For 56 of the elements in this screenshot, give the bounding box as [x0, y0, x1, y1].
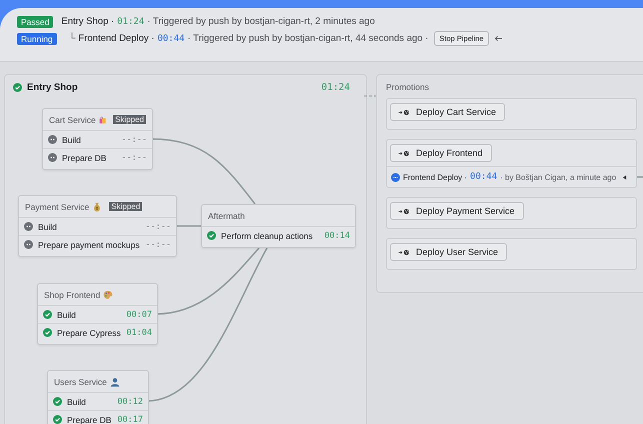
run-duration: 00:44: [470, 172, 498, 182]
job-name[interactable]: Build: [67, 396, 86, 406]
run-author: · by Boštjan Cigan, a minute ago: [500, 172, 616, 182]
job-duration: 01:04: [126, 328, 152, 338]
job-name[interactable]: Prepare DB: [67, 414, 112, 424]
money-bag-icon: [92, 202, 102, 212]
pipeline-title: Entry Shop: [27, 82, 78, 93]
job-name[interactable]: Build: [38, 222, 57, 232]
skipped-badge: Skipped: [113, 115, 146, 124]
job-name[interactable]: Prepare Cypress: [57, 328, 121, 338]
job-duration: --:--: [121, 152, 147, 162]
arrow-globe-icon: [398, 150, 411, 156]
shopping-bag-icon: [98, 114, 106, 124]
job-name[interactable]: Prepare DB: [62, 152, 106, 162]
branch-line: └: [68, 33, 76, 44]
arrow-globe-icon: [398, 208, 411, 214]
duration: 01:24: [117, 16, 144, 26]
pipeline-name: Entry Shop ·: [61, 16, 114, 27]
job-duration: 00:12: [117, 396, 143, 406]
job-duration: 00:14: [324, 230, 350, 240]
promote-button[interactable]: Deploy Frontend: [390, 144, 492, 162]
status-badge: Running: [17, 32, 57, 44]
job-name[interactable]: Prepare payment mockups: [38, 240, 140, 250]
block-name: Cart Service: [49, 114, 96, 124]
promote-button[interactable]: Deploy User Service: [390, 243, 508, 261]
promote-button[interactable]: Deploy Cart Service: [390, 103, 506, 121]
promotions-title: Promotions: [385, 81, 430, 94]
skipped-badge: Skipped: [109, 202, 142, 211]
person-icon: [110, 376, 120, 386]
trigger-info: · Triggered by push by bostjan-cigan-rt, 44 seconds ago ·: [188, 33, 428, 44]
pipeline-name: Frontend Deploy ·: [78, 33, 154, 44]
palette-icon: [103, 290, 114, 300]
status-badge: Passed: [17, 16, 54, 28]
job-duration: 00:17: [117, 414, 143, 424]
job-duration: --:--: [145, 222, 171, 232]
promote-button[interactable]: Deploy Payment Service: [390, 202, 524, 220]
arrow-globe-icon: [398, 248, 411, 256]
triangle-left-icon: [622, 174, 628, 180]
job-name[interactable]: Build: [57, 310, 76, 320]
job-name[interactable]: Perform cleanup actions: [221, 230, 313, 240]
arrow-left-icon: [494, 35, 503, 42]
job-name[interactable]: Build: [62, 134, 81, 144]
run-name[interactable]: Frontend Deploy ·: [403, 172, 468, 182]
job-duration: --:--: [145, 240, 171, 250]
connector-line: [364, 95, 377, 97]
connector-line: [175, 225, 201, 227]
block-name: Users Service: [54, 376, 107, 386]
arrow-globe-icon: [398, 108, 411, 116]
job-duration: 00:07: [126, 310, 152, 320]
block-name: Shop Frontend: [44, 290, 100, 300]
block-name: Payment Service: [25, 202, 90, 212]
job-duration: --:--: [121, 134, 147, 144]
duration: 00:44: [157, 34, 185, 44]
pipeline-duration: 01:24: [321, 82, 350, 93]
block-name: Aftermath: [208, 210, 245, 220]
trigger-info: · Triggered by push by bostjan-cigan-rt, 2 minutes ago: [147, 16, 375, 27]
